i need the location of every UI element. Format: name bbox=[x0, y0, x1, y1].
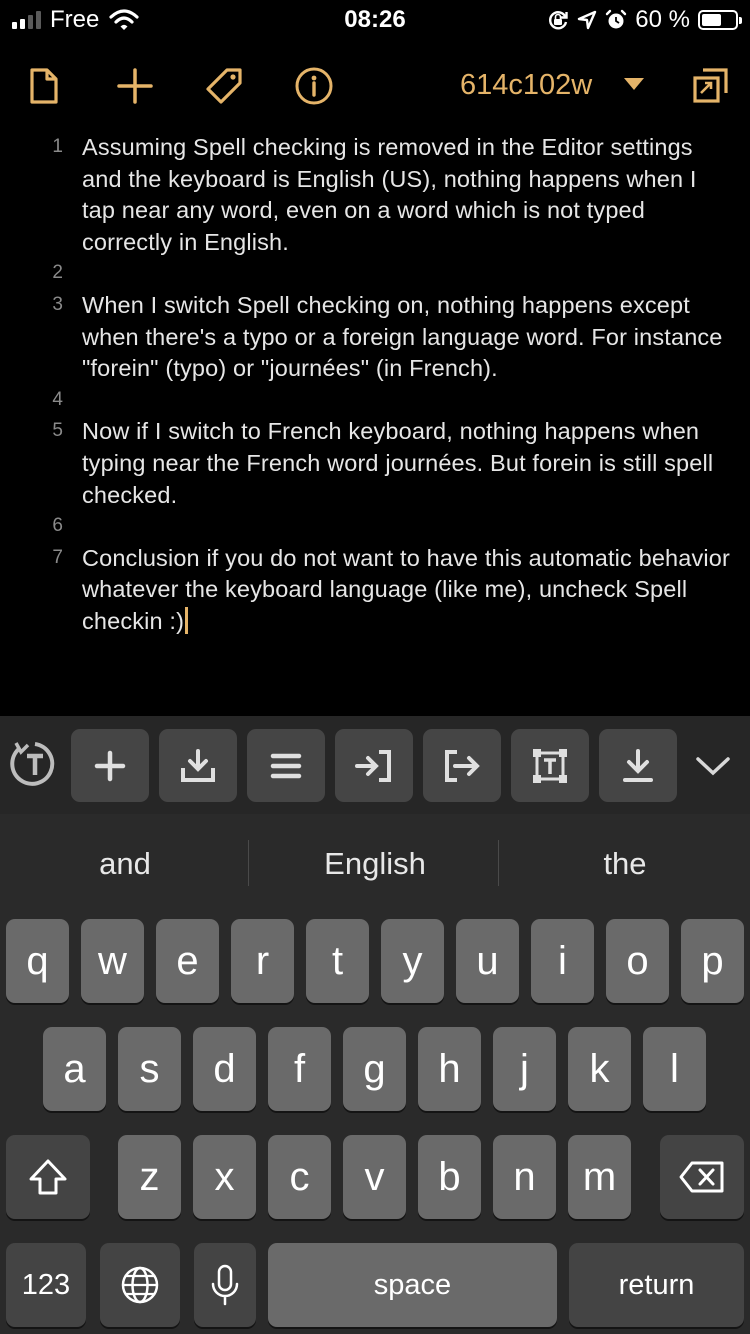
delete-key[interactable] bbox=[660, 1135, 744, 1219]
predictive-bar: and English the bbox=[0, 814, 750, 914]
battery-percent: 60 % bbox=[635, 6, 690, 33]
text-editor[interactable]: 1 Assuming Spell checking is removed in … bbox=[0, 132, 750, 638]
key-s[interactable]: s bbox=[118, 1027, 181, 1111]
editor-line: 1 Assuming Spell checking is removed in … bbox=[0, 132, 750, 258]
editor-line: 7 Conclusion if you do not want to have … bbox=[0, 543, 750, 638]
key-c[interactable]: c bbox=[268, 1135, 331, 1219]
key-h[interactable]: h bbox=[418, 1027, 481, 1111]
line-number: 3 bbox=[52, 293, 63, 315]
shift-key[interactable] bbox=[6, 1135, 90, 1219]
tag-icon[interactable] bbox=[202, 64, 246, 108]
download-tray-icon[interactable] bbox=[159, 729, 237, 802]
accessory-bar bbox=[0, 716, 750, 814]
outdent-icon[interactable] bbox=[423, 729, 501, 802]
download-icon[interactable] bbox=[599, 729, 677, 802]
key-q[interactable]: q bbox=[6, 919, 69, 1003]
return-key[interactable]: return bbox=[569, 1243, 744, 1327]
battery-icon bbox=[698, 10, 742, 30]
key-w[interactable]: w bbox=[81, 919, 144, 1003]
line-text[interactable]: Assuming Spell checking is removed in th… bbox=[82, 132, 732, 258]
backspace-icon bbox=[679, 1161, 724, 1193]
key-x[interactable]: x bbox=[193, 1135, 256, 1219]
plus-icon[interactable] bbox=[71, 729, 149, 802]
prediction-divider bbox=[498, 840, 499, 886]
chevron-down-icon[interactable] bbox=[624, 78, 644, 90]
line-number: 6 bbox=[52, 515, 63, 537]
indent-icon[interactable] bbox=[335, 729, 413, 802]
key-t[interactable]: t bbox=[306, 919, 369, 1003]
battery-level bbox=[702, 14, 722, 26]
status-bar: Free 08:26 60 % bbox=[0, 0, 750, 40]
line-text[interactable] bbox=[82, 258, 732, 290]
key-v[interactable]: v bbox=[343, 1135, 406, 1219]
info-icon[interactable] bbox=[292, 64, 336, 108]
line-text[interactable] bbox=[82, 385, 732, 417]
line-number: 4 bbox=[52, 388, 63, 410]
numbers-key[interactable]: 123 bbox=[6, 1243, 86, 1327]
shift-icon bbox=[29, 1159, 67, 1195]
key-k[interactable]: k bbox=[568, 1027, 631, 1111]
globe-icon bbox=[121, 1266, 159, 1304]
document-icon[interactable] bbox=[22, 64, 66, 108]
duplicate-icon[interactable] bbox=[688, 64, 732, 108]
line-text[interactable]: Now if I switch to French keyboard, noth… bbox=[82, 416, 732, 511]
key-u[interactable]: u bbox=[456, 919, 519, 1003]
key-a[interactable]: a bbox=[43, 1027, 106, 1111]
key-n[interactable]: n bbox=[493, 1135, 556, 1219]
key-p[interactable]: p bbox=[681, 919, 744, 1003]
align-icon[interactable] bbox=[247, 729, 325, 802]
line-text-content: Conclusion if you do not want to have th… bbox=[82, 544, 730, 634]
editor-line: 2 bbox=[0, 258, 750, 290]
key-g[interactable]: g bbox=[343, 1027, 406, 1111]
prediction-divider bbox=[248, 840, 249, 886]
key-d[interactable]: d bbox=[193, 1027, 256, 1111]
key-r[interactable]: r bbox=[231, 919, 294, 1003]
location-icon bbox=[578, 10, 597, 30]
plus-icon[interactable] bbox=[113, 64, 157, 108]
key-i[interactable]: i bbox=[531, 919, 594, 1003]
microphone-icon bbox=[211, 1264, 239, 1306]
status-right: 60 % bbox=[547, 6, 742, 34]
line-text[interactable]: When I switch Spell checking on, nothing… bbox=[82, 290, 732, 385]
keyboard: and English the q w e r t y u i o p a s … bbox=[0, 716, 750, 1334]
key-e[interactable]: e bbox=[156, 919, 219, 1003]
editor-line: 5 Now if I switch to French keyboard, no… bbox=[0, 416, 750, 511]
key-b[interactable]: b bbox=[418, 1135, 481, 1219]
line-number: 2 bbox=[52, 262, 63, 284]
globe-key[interactable] bbox=[100, 1243, 180, 1327]
key-l[interactable]: l bbox=[643, 1027, 706, 1111]
alarm-icon bbox=[606, 9, 627, 29]
key-y[interactable]: y bbox=[381, 919, 444, 1003]
space-key[interactable]: space bbox=[268, 1243, 557, 1327]
key-m[interactable]: m bbox=[568, 1135, 631, 1219]
line-number: 7 bbox=[52, 546, 63, 568]
key-o[interactable]: o bbox=[606, 919, 669, 1003]
rotation-lock-icon bbox=[549, 11, 568, 30]
line-number: 5 bbox=[52, 420, 63, 442]
text-cursor bbox=[185, 606, 189, 634]
prediction-item[interactable]: the bbox=[500, 814, 750, 914]
editor-toolbar: 614c102w bbox=[0, 56, 750, 116]
editor-line: 3 When I switch Spell checking on, nothi… bbox=[0, 290, 750, 385]
prediction-item[interactable]: English bbox=[250, 814, 500, 914]
key-z[interactable]: z bbox=[118, 1135, 181, 1219]
document-name[interactable]: 614c102w bbox=[460, 69, 592, 102]
line-number: 1 bbox=[52, 136, 63, 157]
line-text[interactable] bbox=[82, 511, 732, 543]
key-f[interactable]: f bbox=[268, 1027, 331, 1111]
text-box-icon[interactable] bbox=[511, 729, 589, 802]
dictation-key[interactable] bbox=[194, 1243, 256, 1327]
line-text[interactable]: Conclusion if you do not want to have th… bbox=[82, 543, 732, 638]
chevron-down-icon[interactable] bbox=[693, 749, 733, 783]
editor-line: 4 bbox=[0, 385, 750, 417]
editor-line: 6 bbox=[0, 511, 750, 543]
text-style-icon[interactable] bbox=[10, 739, 60, 789]
prediction-item[interactable]: and bbox=[0, 814, 250, 914]
key-j[interactable]: j bbox=[493, 1027, 556, 1111]
